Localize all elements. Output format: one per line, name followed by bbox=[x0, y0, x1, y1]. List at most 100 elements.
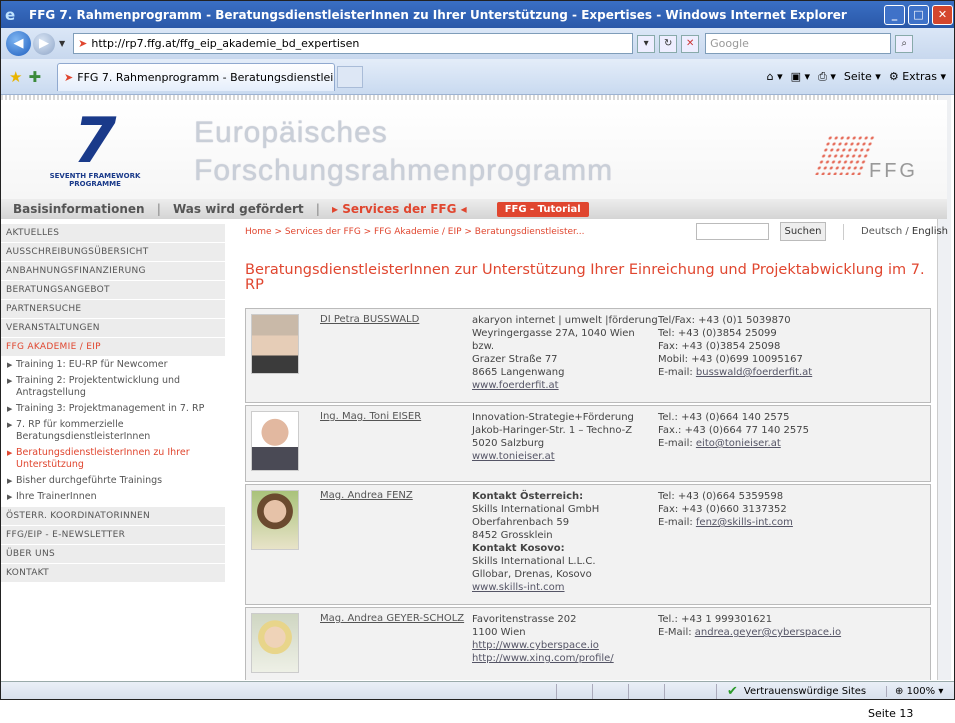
main-navigation: Basisinformationen | Was wird gefördert … bbox=[1, 199, 947, 219]
search-icon[interactable]: ⌕ bbox=[895, 34, 914, 53]
breadcrumb[interactable]: Home > Services der FFG > FFG Akademie /… bbox=[245, 227, 585, 237]
tab-current[interactable]: ➤ FFG 7. Rahmenprogramm - Beratungsdiens… bbox=[57, 62, 336, 91]
lang-deutsch[interactable]: Deutsch bbox=[861, 226, 902, 237]
extras-menu[interactable]: ⚙ Extras ▾ bbox=[889, 70, 946, 83]
advisor-org: Favoritenstrasse 202 1100 Wien http://www… bbox=[472, 608, 658, 680]
website-link[interactable]: www.skills-int.com bbox=[472, 581, 658, 594]
zoom-control[interactable]: ⊕ 100% ▾ bbox=[886, 686, 954, 697]
advisor-photo bbox=[251, 411, 299, 471]
search-input[interactable]: Google bbox=[705, 33, 892, 54]
sidebar-subitem-training2[interactable]: ▶ Training 2: Projektentwicklung und Antr… bbox=[1, 373, 225, 401]
stop-icon[interactable]: ✕ bbox=[681, 34, 700, 53]
sidebar-item-ausschreibungsuebersicht[interactable]: AUSSCHREIBUNGSÜBERSICHT bbox=[1, 243, 225, 262]
arrow-right-icon: ▶ bbox=[7, 493, 13, 501]
table-row: Mag. Andrea FENZ Kontakt Österreich: Ski… bbox=[245, 484, 931, 605]
new-tab-button[interactable] bbox=[337, 65, 364, 88]
advisor-name-link[interactable]: Mag. Andrea GEYER-SCHOLZ bbox=[314, 608, 472, 680]
print-icon[interactable]: ⎙ ▾ bbox=[818, 70, 836, 84]
divider bbox=[843, 224, 844, 240]
website-link[interactable]: www.foerderfit.at bbox=[472, 379, 658, 392]
maximize-button[interactable]: □ bbox=[908, 4, 929, 25]
forward-button[interactable]: ▶ bbox=[33, 32, 55, 55]
table-row: DI Petra BUSSWALD akaryon internet | umw… bbox=[245, 308, 931, 403]
header-title-line2: Forschungsrahmenprogramm bbox=[194, 154, 614, 187]
history-dropdown-icon[interactable]: ▼ bbox=[59, 39, 65, 48]
minimize-button[interactable]: _ bbox=[884, 4, 905, 25]
tab-favicon: ➤ bbox=[64, 70, 74, 84]
site-header: 7 SEVENTH FRAMEWORK PROGRAMME Europäisch… bbox=[1, 100, 947, 199]
arrow-right-icon: ▶ bbox=[7, 449, 13, 457]
arrow-right-icon: ▶ bbox=[7, 405, 13, 413]
nav-basisinformationen[interactable]: Basisinformationen bbox=[1, 202, 157, 216]
lang-english[interactable]: English bbox=[912, 226, 948, 237]
sidebar-subitem-trainerinnen[interactable]: ▶ Ihre TrainerInnen bbox=[1, 489, 225, 505]
close-button[interactable]: ✕ bbox=[932, 4, 953, 25]
nav-was-wird-gefoerdert[interactable]: Was wird gefördert bbox=[161, 202, 316, 216]
sidebar-item-beratungsangebot[interactable]: BERATUNGSANGEBOT bbox=[1, 281, 225, 300]
email-link[interactable]: busswald@foerderfit.at bbox=[696, 367, 812, 378]
site-search-input[interactable] bbox=[696, 223, 769, 240]
sidebar: AKTUELLES AUSSCHREIBUNGSÜBERSICHT ANBAHN… bbox=[1, 224, 225, 583]
advisor-table: DI Petra BUSSWALD akaryon internet | umw… bbox=[245, 308, 931, 680]
page-favicon: ➤ bbox=[78, 37, 88, 50]
advisor-photo bbox=[251, 613, 299, 673]
refresh-icon[interactable]: ↻ bbox=[659, 34, 678, 53]
website-link[interactable]: http://www.xing.com/profile/ bbox=[472, 652, 658, 665]
sidebar-item-koordinatorinnen[interactable]: ÖSTERR. KOORDINATORINNEN bbox=[1, 507, 225, 526]
window-title: FFG 7. Rahmenprogramm - Beratungsdienstl… bbox=[29, 7, 847, 22]
back-button[interactable]: ◀ bbox=[6, 31, 31, 56]
table-row: Mag. Andrea GEYER-SCHOLZ Favoritenstrass… bbox=[245, 607, 931, 680]
website-link[interactable]: www.tonieiser.at bbox=[472, 450, 658, 463]
sidebar-item-kontakt[interactable]: KONTAKT bbox=[1, 564, 225, 583]
sidebar-item-anbahnungsfinanzierung[interactable]: ANBAHNUNGSFINANZIERUNG bbox=[1, 262, 225, 281]
advisor-name-link[interactable]: Ing. Mag. Toni EISER bbox=[314, 406, 472, 481]
nav-services-der-ffg[interactable]: ▸ Services der FFG ◂ bbox=[320, 202, 479, 216]
page-menu[interactable]: Seite ▾ bbox=[844, 70, 881, 83]
security-zone[interactable]: ✔ Vertrauenswürdige Sites bbox=[716, 684, 886, 699]
email-link[interactable]: fenz@skills-int.com bbox=[696, 517, 793, 528]
search-button[interactable]: Suchen bbox=[780, 222, 826, 241]
page-number: Seite 13 bbox=[868, 707, 914, 720]
sidebar-subitem-training3[interactable]: ▶ Training 3: Projektmanagement in 7. RP bbox=[1, 401, 225, 417]
sidebar-item-aktuelles[interactable]: AKTUELLES bbox=[1, 224, 225, 243]
ffg-tutorial-button[interactable]: FFG - Tutorial bbox=[496, 201, 589, 217]
advisor-contact: Tel.: +43 1 999301621 E-Mail: andrea.gey… bbox=[658, 614, 842, 638]
sidebar-item-veranstaltungen[interactable]: VERANSTALTUNGEN bbox=[1, 319, 225, 338]
tab-label: FFG 7. Rahmenprogramm - Beratungsdienstl… bbox=[77, 70, 334, 84]
sidebar-subitem-bisher-trainings[interactable]: ▶ Bisher durchgeführte Trainings bbox=[1, 473, 225, 489]
header-title-line1: Europäisches bbox=[194, 116, 388, 149]
url-input[interactable]: ➤ http://rp7.ffg.at/ffg_eip_akademie_bd_… bbox=[73, 33, 634, 54]
advisor-name-link[interactable]: Mag. Andrea FENZ bbox=[314, 485, 472, 604]
sidebar-item-partnersuche[interactable]: PARTNERSUCHE bbox=[1, 300, 225, 319]
sidebar-item-ueber-uns[interactable]: ÜBER UNS bbox=[1, 545, 225, 564]
favorites-star-icon[interactable]: ★ bbox=[9, 68, 22, 86]
web-content: 7 SEVENTH FRAMEWORK PROGRAMME Europäisch… bbox=[1, 95, 951, 680]
advisor-contact: Tel: +43 (0)664 5359598 Fax: +43 (0)660 3… bbox=[658, 491, 793, 528]
feeds-icon[interactable]: ▣ ▾ bbox=[791, 70, 810, 83]
sidebar-item-ffg-akademie[interactable]: FFG AKADEMIE / EIP bbox=[1, 338, 225, 357]
sidebar-item-newsletter[interactable]: FFG/EIP - E-NEWSLETTER bbox=[1, 526, 225, 545]
advisor-photo bbox=[251, 314, 299, 374]
sidebar-subitem-7rp-kommerziell[interactable]: ▶ 7. RP für kommerzielle Beratungsdienstl… bbox=[1, 417, 225, 445]
language-switch: Deutsch / English bbox=[861, 226, 949, 237]
sidebar-subitem-training1[interactable]: ▶ Training 1: EU-RP für Newcomer bbox=[1, 357, 225, 373]
email-link[interactable]: andrea.geyer@cyberspace.io bbox=[695, 627, 841, 638]
title-bar: e FFG 7. Rahmenprogramm - Beratungsdiens… bbox=[1, 1, 954, 28]
advisor-contact: Tel/Fax: +43 (0)1 5039870 Tel: +43 (0)385… bbox=[658, 315, 813, 378]
checkmark-icon: ✔ bbox=[727, 684, 738, 699]
ffg-spark-graphic bbox=[813, 135, 877, 175]
advisor-photo bbox=[251, 490, 299, 550]
email-link[interactable]: eito@tonieiser.at bbox=[696, 438, 781, 449]
sidebar-subitem-beratungsdienstleister[interactable]: ▶ BeratungsdienstleisterInnen zu Ihrer Un… bbox=[1, 445, 225, 473]
fp7-logo: 7 SEVENTH FRAMEWORK PROGRAMME bbox=[49, 104, 141, 189]
table-row: Ing. Mag. Toni EISER Innovation-Strategi… bbox=[245, 405, 931, 482]
page-title: BeratungsdienstleisterInnen zur Unterstü… bbox=[245, 262, 925, 293]
home-icon[interactable]: ⌂ ▾ bbox=[767, 70, 783, 83]
add-favorites-icon[interactable]: ✚ bbox=[28, 68, 41, 86]
arrow-right-icon: ▶ bbox=[7, 377, 13, 385]
advisor-org: Innovation-Strategie+Förderung Jakob-Hari… bbox=[472, 406, 658, 481]
address-dropdown-icon[interactable]: ▾ bbox=[637, 34, 656, 53]
ie-icon: e bbox=[5, 5, 16, 24]
advisor-name-link[interactable]: DI Petra BUSSWALD bbox=[314, 309, 472, 402]
website-link[interactable]: http://www.cyberspace.io bbox=[472, 639, 658, 652]
